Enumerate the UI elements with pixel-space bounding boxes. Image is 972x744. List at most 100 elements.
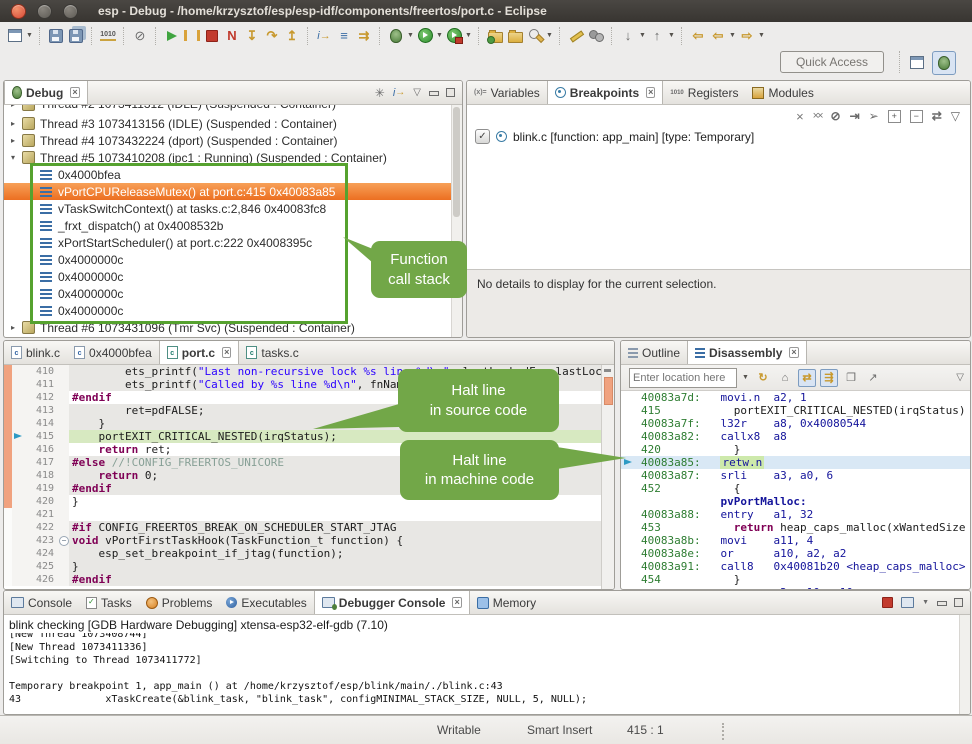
tab-debugger-console[interactable]: Debugger Console× (314, 591, 470, 614)
close-icon[interactable]: × (222, 347, 231, 358)
disassembly-line[interactable]: 40083a91: call8 0x40081b20 <heap_caps_ma… (621, 560, 970, 573)
terminate-button[interactable] (202, 26, 222, 46)
location-dropdown[interactable]: ▼ (741, 368, 750, 388)
close-icon[interactable]: × (70, 87, 79, 98)
build-binary-button[interactable]: 1010 (98, 26, 118, 46)
tab-executables[interactable]: Executables (219, 591, 313, 614)
disassembly-line[interactable]: 40083a88: entry a1, 32 (621, 508, 970, 521)
open-perspective-button[interactable] (906, 51, 928, 73)
build-settings-button[interactable] (586, 26, 606, 46)
track-expression-toggle-icon[interactable]: ⇶ (820, 369, 838, 387)
thread-row[interactable]: ▸Thread #3 1073413156 (IDLE) (Suspended … (4, 115, 452, 132)
tab-blink-c[interactable]: blink.c (4, 341, 67, 364)
console-dropdown[interactable]: ▼ (922, 599, 929, 606)
show-source-toggle-icon[interactable]: ⇄ (798, 369, 816, 387)
tab-memory[interactable]: Memory (470, 591, 543, 614)
back-button[interactable]: ⇦ (708, 26, 728, 46)
search-dropdown[interactable]: ▼ (545, 26, 554, 46)
refresh-icon[interactable]: ↻ (754, 369, 772, 387)
skip-breakpoints-button[interactable]: ⊘ (130, 26, 150, 46)
expander-icon[interactable]: ▸ (11, 136, 22, 145)
search-button[interactable] (525, 26, 545, 46)
maximize-icon[interactable] (954, 598, 963, 607)
fold-marker-icon[interactable] (58, 534, 69, 547)
resume-button[interactable] (162, 26, 182, 46)
console-output[interactable]: [New Thread 1073408744][New Thread 10734… (4, 633, 960, 714)
remove-all-breakpoints-icon[interactable]: ×× (813, 110, 822, 122)
window-maximize-button[interactable] (63, 4, 78, 19)
display-selected-console-icon[interactable] (901, 597, 914, 608)
close-icon[interactable]: × (789, 347, 798, 358)
tab-breakpoints[interactable]: Breakpoints× (547, 81, 664, 104)
tab-modules[interactable]: Modules (745, 81, 820, 104)
back-dropdown[interactable]: ▼ (728, 26, 737, 46)
disassembly-line[interactable]: 40083a7d: movi.n a2, 1 (621, 391, 970, 404)
expand-all-icon[interactable] (888, 110, 901, 123)
view-menu-icon[interactable]: ▽ (956, 372, 970, 383)
disassembly-line[interactable]: pvPortMalloc: (621, 495, 970, 508)
suspend-button[interactable] (182, 26, 202, 46)
expander-icon[interactable]: ▸ (11, 105, 22, 109)
stack-frame-row[interactable]: vPortCPUReleaseMutex() at port.c:415 0x4… (4, 183, 452, 200)
disassembly-line[interactable]: 40083a7f: l32r a8, 0x40080544 (621, 417, 970, 430)
thread-row[interactable]: ▸Thread #4 1073432224 (dport) (Suspended… (4, 132, 452, 149)
window-minimize-button[interactable] (37, 4, 52, 19)
minimize-icon[interactable] (429, 88, 438, 97)
source-line[interactable]: 423void vPortFirstTaskHook(TaskFunction_… (4, 534, 602, 547)
tab-debug[interactable]: Debug × (4, 81, 88, 104)
disassembly-line[interactable]: 420 } (621, 443, 970, 456)
disassembly-listing[interactable]: 40083a7d: movi.n a2, 1415 portEXIT_CRITI… (621, 391, 970, 589)
maximize-icon[interactable] (446, 88, 455, 97)
tab-variables[interactable]: Variables (467, 81, 547, 104)
run-button[interactable] (415, 26, 435, 46)
tab-registers[interactable]: Registers (663, 81, 745, 104)
disassembly-line[interactable]: 40083a8b: movi a11, 4 (621, 534, 970, 547)
tab-tasks-c[interactable]: tasks.c (239, 341, 305, 364)
source-line[interactable]: 424 esp_set_breakpoint_if_jtag(function)… (4, 547, 602, 560)
debug-dropdown[interactable]: ▼ (406, 26, 415, 46)
console-scrollbar[interactable] (959, 615, 970, 714)
debug-button[interactable] (386, 26, 406, 46)
tab-0x4000bfea[interactable]: 0x4000bfea (67, 341, 159, 364)
disassembly-line[interactable]: 415 portEXIT_CRITICAL_NESTED(irqStatus) (621, 404, 970, 417)
disassembly-line[interactable]: 40083a85: retw.n (621, 456, 970, 469)
disconnect-button[interactable]: N (222, 26, 242, 46)
expander-icon[interactable]: ▸ (11, 323, 22, 332)
quick-access-box[interactable]: Quick Access (780, 51, 884, 73)
pin-view-icon[interactable]: ↗ (864, 369, 882, 387)
stack-frame-row[interactable]: vTaskSwitchContext() at tasks.c:2,846 0x… (4, 200, 452, 217)
step-over-button[interactable]: ↷ (262, 26, 282, 46)
forward-dropdown[interactable]: ▼ (757, 26, 766, 46)
source-line[interactable]: 421 (4, 508, 602, 521)
save-all-button[interactable] (66, 26, 86, 46)
terminate-console-icon[interactable] (882, 597, 893, 608)
step-return-button[interactable]: ↥ (282, 26, 302, 46)
view-menu-icon[interactable]: ▽ (951, 109, 960, 123)
skip-all-breakpoints-icon[interactable]: ⊘ (831, 109, 841, 123)
disassembly-line[interactable]: 40083a87: srli a3, a0, 6 (621, 469, 970, 482)
expander-icon[interactable]: ▸ (11, 119, 22, 128)
expander-icon[interactable]: ▾ (11, 153, 22, 162)
source-line[interactable]: 422#if CONFIG_FREERTOS_BREAK_ON_SCHEDULE… (4, 521, 602, 534)
new-dropdown[interactable]: ▼ (25, 26, 34, 46)
disassembly-line[interactable]: 453 return heap_caps_malloc(xWantedSize (621, 521, 970, 534)
view-menu-icon[interactable]: ▽ (413, 87, 421, 98)
new-wizard-button[interactable] (5, 26, 25, 46)
open-element-button[interactable] (505, 26, 525, 46)
show-full-paths-icon[interactable]: i→ (393, 87, 405, 99)
tab-console[interactable]: Console (4, 591, 79, 614)
link-with-debug-icon[interactable]: ➢ (869, 109, 879, 123)
source-line[interactable]: 426#endif (4, 573, 602, 586)
minimize-icon[interactable] (937, 598, 946, 607)
disassembly-line[interactable]: 452 { (621, 482, 970, 495)
next-annotation-button[interactable]: ↓ (618, 26, 638, 46)
disassembly-line[interactable]: 454 } (621, 573, 970, 586)
tab-disassembly[interactable]: Disassembly× (687, 341, 807, 364)
close-icon[interactable]: × (452, 597, 461, 608)
last-edit-location-button[interactable]: ⇦ (688, 26, 708, 46)
close-icon[interactable]: × (646, 87, 655, 98)
tab-port-c[interactable]: port.c× (159, 341, 240, 364)
home-icon[interactable]: ⌂ (776, 369, 794, 387)
breakpoint-checkbox[interactable]: ✓ (475, 129, 490, 144)
new-cpp-project-button[interactable] (485, 26, 505, 46)
